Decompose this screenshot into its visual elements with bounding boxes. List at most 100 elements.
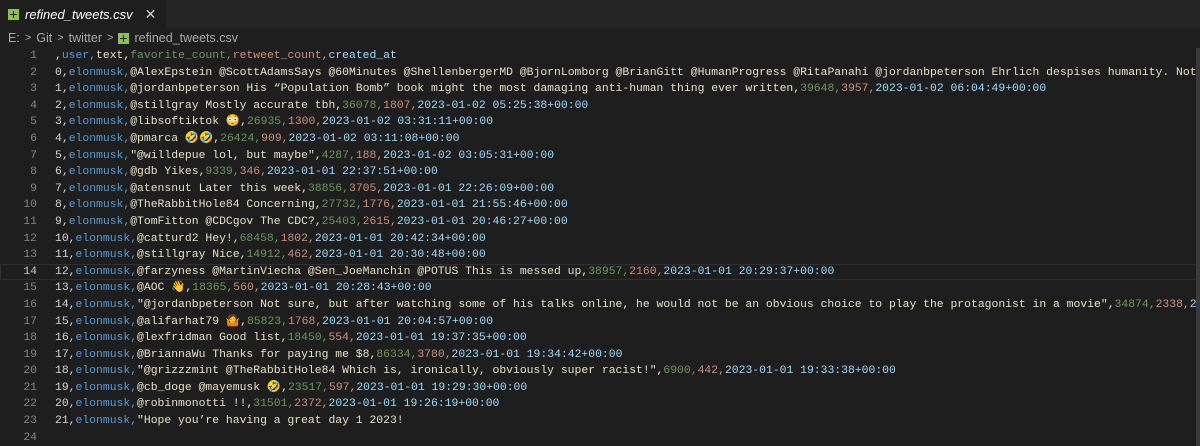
csv-cell: 20 — [55, 398, 69, 411]
csv-cell: 10 — [55, 232, 69, 245]
code-line[interactable]: 4 2,elonmusk,@stillgray Mostly accurate t… — [0, 98, 1200, 115]
code-line[interactable]: 8 6,elonmusk,@gdb Yikes,9339,346,2023-01-… — [0, 164, 1200, 181]
csv-cell: retweet_count — [232, 50, 322, 62]
csv-cell: 38957 — [588, 265, 623, 278]
line-number: 23 — [23, 415, 37, 428]
csv-cell: 2 — [55, 99, 62, 112]
csv-cell: 2023-01-01 20:29:37+00:00 — [663, 265, 835, 278]
tab-title: refined_tweets.csv — [25, 6, 133, 22]
csv-separator: , — [260, 166, 267, 179]
csv-cell: 0 — [55, 66, 62, 79]
csv-cell: @robinmonotti !! — [137, 398, 247, 411]
csv-separator: , — [342, 182, 349, 195]
code-line[interactable]: 6 4,elonmusk,@pmarca 🤣🤣,26424,909,2023-01… — [0, 131, 1200, 148]
code-line[interactable]: 11 9,elonmusk,@TomFitton @CDCgov The CDC?… — [0, 214, 1200, 231]
csv-cell: 8 — [55, 199, 62, 212]
csv-cell: 2023-01-01 19:33:38+00:00 — [724, 365, 896, 378]
csv-separator: , — [61, 116, 69, 129]
csv-cell: @libsoftiktok 😳 — [130, 116, 241, 129]
csv-cell: elonmusk — [75, 348, 131, 361]
csv-cell: 25403 — [321, 215, 356, 228]
code-line[interactable]: 7 5,elonmusk,"@willdepue lol, but maybe",… — [0, 148, 1200, 165]
csv-cell: elonmusk — [75, 415, 131, 428]
breadcrumb-drive[interactable]: E: — [8, 31, 20, 45]
csv-cell: elonmusk — [75, 365, 131, 378]
line-content: 2,elonmusk,@stillgray Mostly accurate tb… — [55, 98, 1200, 115]
tab-refined-tweets[interactable]: refined_tweets.csv ✕ — [0, 0, 167, 28]
csv-cell: 554 — [328, 332, 349, 345]
csv-cell: @pmarca 🤣🤣 — [130, 132, 214, 145]
line-number: 7 — [30, 149, 37, 162]
csv-cell: 2372 — [294, 398, 322, 411]
breadcrumb-git[interactable]: Git — [36, 31, 52, 45]
csv-separator: , — [273, 232, 281, 245]
code-line[interactable]: 23 21,elonmusk,"Hope you’re having a grea… — [0, 413, 1200, 430]
code-line[interactable]: 9 7,elonmusk,@atensnut Later this week,38… — [0, 181, 1200, 198]
csv-cell: 21 — [55, 415, 69, 428]
line-number: 5 — [30, 116, 37, 129]
code-line[interactable]: 17 15,elonmusk,@alifarhat79 🤷,85823,1768,… — [0, 314, 1200, 331]
csv-separator: , — [1182, 298, 1190, 311]
csv-cell: 2023-01-01 22:37:51+00:00 — [266, 166, 438, 179]
csv-cell: elonmusk — [68, 215, 124, 228]
csv-cell: user — [61, 50, 90, 62]
line-number: 8 — [30, 166, 37, 179]
code-line[interactable]: 3 1,elonmusk,@jordanbpeterson His “Popula… — [0, 81, 1200, 98]
csv-cell: 3780 — [417, 348, 445, 361]
code-line[interactable]: 1 ,user,text,favorite_count,retweet_count… — [0, 48, 1200, 65]
csv-separator: , — [61, 215, 69, 228]
code-line[interactable]: 10 8,elonmusk,@TheRabbitHole84 Concerning… — [0, 197, 1200, 214]
line-number: 21 — [23, 381, 37, 394]
csv-separator: , — [225, 50, 233, 62]
csv-cell: 15 — [55, 315, 69, 328]
line-number: 4 — [30, 99, 37, 112]
code-line[interactable]: 21 19,elonmusk,@cb_doge @mayemusk 🤣,23517… — [0, 380, 1200, 397]
csv-cell: @atensnut Later this week — [130, 182, 302, 195]
csv-cell: text — [96, 50, 124, 62]
csv-cell: @catturd2 Hey! — [137, 232, 233, 245]
breadcrumb-twitter[interactable]: twitter — [69, 31, 102, 45]
csv-cell: @farzyness @MartinViecha @Sen_JoeManchin… — [137, 265, 582, 278]
code-line[interactable]: 22 20,elonmusk,@robinmonotti !!,31501,237… — [0, 396, 1200, 413]
csv-separator: , — [61, 149, 69, 162]
csv-cell: @BriannaWu Thanks for paying me $8 — [137, 348, 370, 361]
csv-cell: 2160 — [629, 265, 657, 278]
close-icon[interactable]: ✕ — [145, 6, 157, 23]
csv-cell: 462 — [287, 249, 308, 262]
csv-separator: , — [444, 348, 452, 361]
csv-cell: 68458 — [239, 232, 274, 245]
line-content: 17,elonmusk,@BriannaWu Thanks for paying… — [55, 347, 1200, 364]
csv-separator: , — [718, 365, 725, 378]
code-line[interactable]: 12 10,elonmusk,@catturd2 Hey!,68458,1802,… — [0, 231, 1200, 248]
csv-separator: , — [281, 132, 289, 145]
csv-cell: 4287 — [321, 149, 349, 162]
code-line[interactable]: 15 13,elonmusk,@AOC 👋,18365,560,2023-01-0… — [0, 280, 1200, 297]
csv-cell: elonmusk — [68, 116, 124, 129]
code-line[interactable]: 24 — [0, 430, 1200, 446]
csv-separator: , — [314, 215, 322, 228]
code-editor[interactable]: 1 ,user,text,favorite_count,retweet_count… — [0, 48, 1200, 446]
csv-separator: , — [281, 315, 288, 328]
csv-separator: , — [61, 132, 69, 145]
csv-cell: 12 — [55, 265, 69, 278]
breadcrumb-file[interactable]: refined_tweets.csv — [134, 31, 238, 45]
code-line[interactable]: 19 17,elonmusk,@BriannaWu Thanks for payi… — [0, 347, 1200, 364]
csv-cell: 1802 — [280, 232, 308, 245]
csv-separator: , — [232, 232, 240, 245]
vertical-scrollbar[interactable] — [1196, 48, 1200, 446]
code-line[interactable]: 2 0,elonmusk,@AlexEpstein @ScottAdamsSays… — [0, 65, 1200, 82]
code-line[interactable]: 20 18,elonmusk,"@grizzzmint @TheRabbitHol… — [0, 363, 1200, 380]
code-line[interactable]: 16 14,elonmusk,"@jordanbpeterson Not sure… — [0, 297, 1200, 314]
line-content: 3,elonmusk,@libsoftiktok 😳,26935,1300,20… — [55, 114, 1200, 131]
csv-separator: , — [281, 381, 288, 394]
line-content: 20,elonmusk,@robinmonotti !!,31501,2372,… — [55, 396, 1200, 413]
csv-cell: 2023-01-01 19:34:42+00:00 — [451, 348, 623, 361]
code-line[interactable]: 13 11,elonmusk,@stillgray Nice,14912,462,… — [0, 247, 1200, 264]
code-line[interactable]: 18 16,elonmusk,@lexfridman Good list,1845… — [0, 330, 1200, 347]
code-line[interactable]: 14 12,elonmusk,@farzyness @MartinViecha @… — [0, 263, 1200, 281]
csv-separator: , — [68, 348, 76, 361]
line-number: 20 — [23, 365, 37, 378]
csv-separator: , — [61, 166, 69, 179]
csv-cell: elonmusk — [68, 182, 124, 195]
code-line[interactable]: 5 3,elonmusk,@libsoftiktok 😳,26935,1300,2… — [0, 114, 1200, 131]
